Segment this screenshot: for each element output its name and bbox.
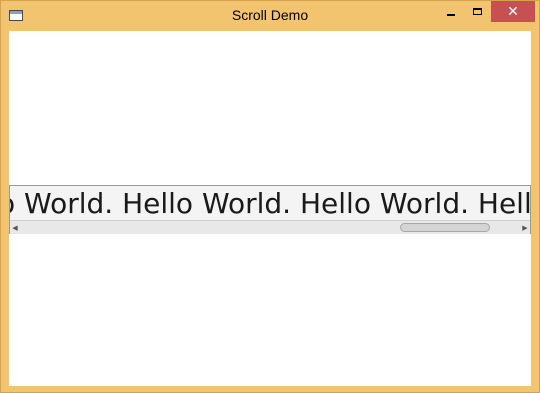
close-icon: ✕ xyxy=(507,3,519,20)
application-window: Scroll Demo ✕ o World. Hello World. Hell… xyxy=(0,0,540,393)
arrow-right-icon: ▶ xyxy=(522,223,528,232)
arrow-left-icon: ◀ xyxy=(12,223,18,232)
close-button[interactable]: ✕ xyxy=(491,1,535,22)
minimize-icon xyxy=(447,13,455,16)
client-area: o World. Hello World. Hello World. Hello… xyxy=(9,31,531,386)
maximize-button[interactable] xyxy=(464,1,490,22)
scroll-pane[interactable]: o World. Hello World. Hello World. Hello… xyxy=(9,185,531,234)
scroll-text: o World. Hello World. Hello World. Hello… xyxy=(10,187,530,219)
horizontal-scrollbar[interactable]: ◀ ▶ xyxy=(10,220,530,234)
scroll-left-button[interactable]: ◀ xyxy=(10,221,20,234)
scrollbar-thumb[interactable] xyxy=(400,223,490,232)
maximize-icon xyxy=(472,8,482,15)
title-bar[interactable]: Scroll Demo ✕ xyxy=(1,1,539,31)
scroll-right-button[interactable]: ▶ xyxy=(520,221,530,234)
minimize-button[interactable] xyxy=(438,1,464,22)
scroll-viewport: o World. Hello World. Hello World. Hello… xyxy=(10,186,530,219)
